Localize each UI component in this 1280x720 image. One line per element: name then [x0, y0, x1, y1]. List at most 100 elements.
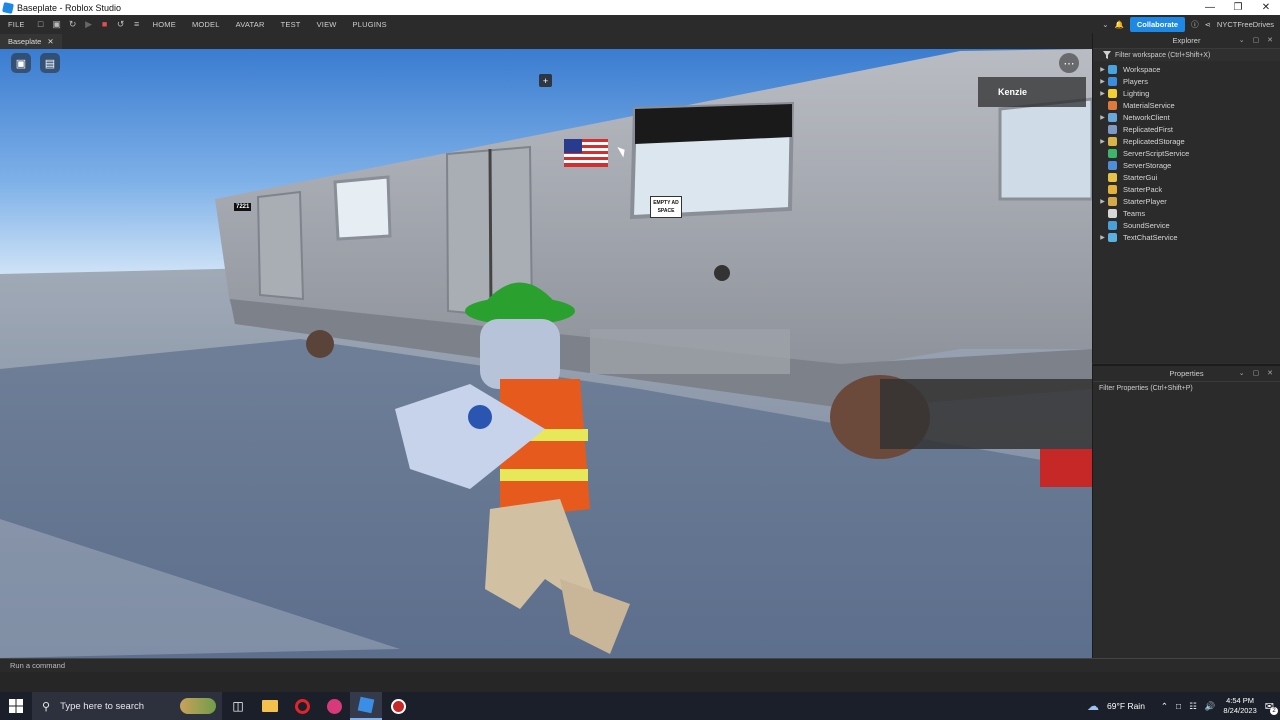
properties-panel: Properties ⌄ ▢ ✕ Filter Properties (Ctrl… [1092, 364, 1280, 658]
explorer-item[interactable]: Teams [1093, 207, 1280, 219]
tab-baseplate[interactable]: Baseplate ✕ [0, 34, 62, 49]
add-icon[interactable]: + [539, 74, 552, 87]
undo-icon[interactable]: ↺ [116, 19, 126, 29]
stop-icon[interactable]: ■ [100, 19, 110, 29]
service-icon [1108, 172, 1117, 182]
panel-controls-icon[interactable]: ⌄ ▢ ✕ [1239, 369, 1276, 377]
close-tab-icon[interactable]: ✕ [47, 37, 53, 46]
play-icon[interactable]: ▶ [84, 19, 94, 29]
open-file-icon[interactable]: ▣ [52, 19, 62, 29]
more-options-icon[interactable]: ⋯ [1059, 53, 1079, 73]
explorer-item-label: ReplicatedFirst [1123, 124, 1174, 134]
help-icon[interactable]: ⓘ [1191, 19, 1199, 30]
game-viewport[interactable]: ▣ ▤ + ⋯ Kenzie EMPTY AD SPACE 7221 [0, 49, 1092, 658]
screen-recorder-icon[interactable] [382, 692, 414, 720]
explorer-item[interactable]: ▶ ReplicatedStorage [1093, 135, 1280, 147]
close-button[interactable]: ✕ [1252, 0, 1280, 15]
explorer-item[interactable]: ServerScriptService [1093, 147, 1280, 159]
task-view-icon[interactable]: ◫ [222, 692, 254, 720]
properties-title: Properties [1169, 369, 1204, 378]
quick-access-dropdown-icon[interactable]: ≡ [132, 19, 142, 29]
explorer-item[interactable]: ▶ StarterPlayer [1093, 195, 1280, 207]
notification-center-icon[interactable]: ✉ 2 [1265, 700, 1278, 715]
expand-arrow-icon[interactable]: ▶ [1097, 90, 1108, 97]
menu-view[interactable]: VIEW [309, 20, 345, 29]
roblox-menu-icon[interactable]: ▣ [11, 53, 31, 73]
panel-controls-icon[interactable]: ⌄ ▢ ✕ [1239, 36, 1276, 44]
tray-overflow-icon[interactable]: ⌃ [1161, 701, 1168, 712]
service-icon [1108, 160, 1117, 170]
expand-chevron-icon[interactable]: ⌄ [1102, 20, 1108, 29]
explorer-item[interactable]: StarterGui [1093, 171, 1280, 183]
expand-arrow-icon[interactable]: ▶ [1097, 66, 1108, 73]
explorer-item-label: Workspace [1123, 64, 1161, 74]
explorer-item-label: StarterGui [1123, 172, 1158, 182]
restore-button[interactable]: ❐ [1224, 0, 1252, 15]
opera-browser-icon[interactable] [286, 692, 318, 720]
explorer-item[interactable]: ▶ Players [1093, 75, 1280, 87]
clock-time: 4:54 PM [1226, 696, 1255, 705]
network-icon[interactable]: ☷ [1189, 701, 1197, 712]
player-list-entry[interactable]: Kenzie [978, 77, 1086, 107]
redo-icon[interactable]: ↻ [68, 19, 78, 29]
explorer-item[interactable]: MaterialService [1093, 99, 1280, 111]
share-icon[interactable]: ⋖ [1205, 20, 1211, 29]
taskbar-clock[interactable]: 4:54 PM 8/24/2023 [1223, 696, 1256, 716]
service-icon [1108, 76, 1117, 86]
windows-taskbar: ⚲ Type here to search ◫ ☁ 69°F Rain ⌃ □ … [0, 692, 1280, 720]
windows-start-button[interactable] [0, 692, 32, 720]
explorer-item[interactable]: ▶ Lighting [1093, 87, 1280, 99]
windows-logo-icon [9, 699, 23, 713]
search-highlight-icon [180, 698, 216, 714]
file-explorer-icon[interactable] [254, 692, 286, 720]
tray-app-icon[interactable]: □ [1176, 701, 1181, 711]
menu-avatar[interactable]: AVATAR [228, 20, 273, 29]
menu-test[interactable]: TEST [273, 20, 309, 29]
menu-model[interactable]: MODEL [184, 20, 228, 29]
service-icon [1108, 184, 1117, 194]
explorer-item[interactable]: StarterPack [1093, 183, 1280, 195]
ribbon-bar: FILE □ ▣ ↻ ▶ ■ ↺ ≡ HOME MODEL AVATAR TES… [0, 15, 1280, 33]
explorer-item[interactable]: ▶ TextChatService [1093, 231, 1280, 243]
service-icon [1108, 64, 1117, 74]
explorer-item[interactable]: ServerStorage [1093, 159, 1280, 171]
minimize-button[interactable]: — [1196, 0, 1224, 15]
command-bar-placeholder: Run a command [10, 661, 66, 670]
new-file-icon[interactable]: □ [36, 19, 46, 29]
expand-arrow-icon[interactable]: ▶ [1097, 138, 1108, 145]
explorer-tree: ▶ Workspace ▶ Players ▶ Lighting MaterialServi… [1093, 61, 1280, 243]
expand-arrow-icon[interactable]: ▶ [1097, 78, 1108, 85]
weather-label[interactable]: 69°F Rain [1107, 701, 1145, 711]
filter-icon [1103, 51, 1111, 59]
service-icon [1108, 208, 1117, 218]
menu-home[interactable]: HOME [145, 20, 184, 29]
username-label[interactable]: NYCTFreeDrives [1217, 20, 1274, 29]
explorer-item[interactable]: ▶ Workspace [1093, 63, 1280, 75]
roblox-studio-taskbar-icon[interactable] [350, 692, 382, 720]
system-tray: ☁ 69°F Rain ⌃ □ ☷ 🔊 4:54 PM 8/24/2023 ✉ 2 [1087, 692, 1280, 720]
notification-bell-icon[interactable]: 🔔 [1115, 20, 1124, 29]
explorer-item[interactable]: ReplicatedFirst [1093, 123, 1280, 135]
expand-arrow-icon[interactable]: ▶ [1097, 234, 1108, 241]
menu-file[interactable]: FILE [0, 20, 33, 29]
properties-header: Properties ⌄ ▢ ✕ [1093, 366, 1280, 382]
explorer-item[interactable]: ▶ NetworkClient [1093, 111, 1280, 123]
command-bar-input[interactable]: Run a command [0, 658, 1280, 672]
explorer-filter-input[interactable]: Filter workspace (Ctrl+Shift+X) [1093, 49, 1280, 61]
chat-icon[interactable]: ▤ [40, 53, 60, 73]
taskbar-search-box[interactable]: ⚲ Type here to search [32, 692, 222, 720]
window-title: Baseplate - Roblox Studio [17, 2, 122, 13]
explorer-item-label: Lighting [1123, 88, 1150, 98]
weather-cloud-icon: ☁ [1087, 699, 1100, 713]
window-titlebar: Baseplate - Roblox Studio — ❐ ✕ [0, 0, 1280, 15]
explorer-item[interactable]: SoundService [1093, 219, 1280, 231]
collaborate-button[interactable]: Collaborate [1129, 16, 1186, 32]
explorer-panel: Explorer ⌄ ▢ ✕ Filter workspace (Ctrl+Sh… [1092, 33, 1280, 363]
properties-filter-input[interactable]: Filter Properties (Ctrl+Shift+P) [1093, 382, 1280, 394]
explorer-item-label: NetworkClient [1123, 112, 1170, 122]
expand-arrow-icon[interactable]: ▶ [1097, 114, 1108, 121]
expand-arrow-icon[interactable]: ▶ [1097, 198, 1108, 205]
volume-icon[interactable]: 🔊 [1205, 701, 1216, 712]
opera-gx-icon[interactable] [318, 692, 350, 720]
menu-plugins[interactable]: PLUGINS [345, 20, 395, 29]
